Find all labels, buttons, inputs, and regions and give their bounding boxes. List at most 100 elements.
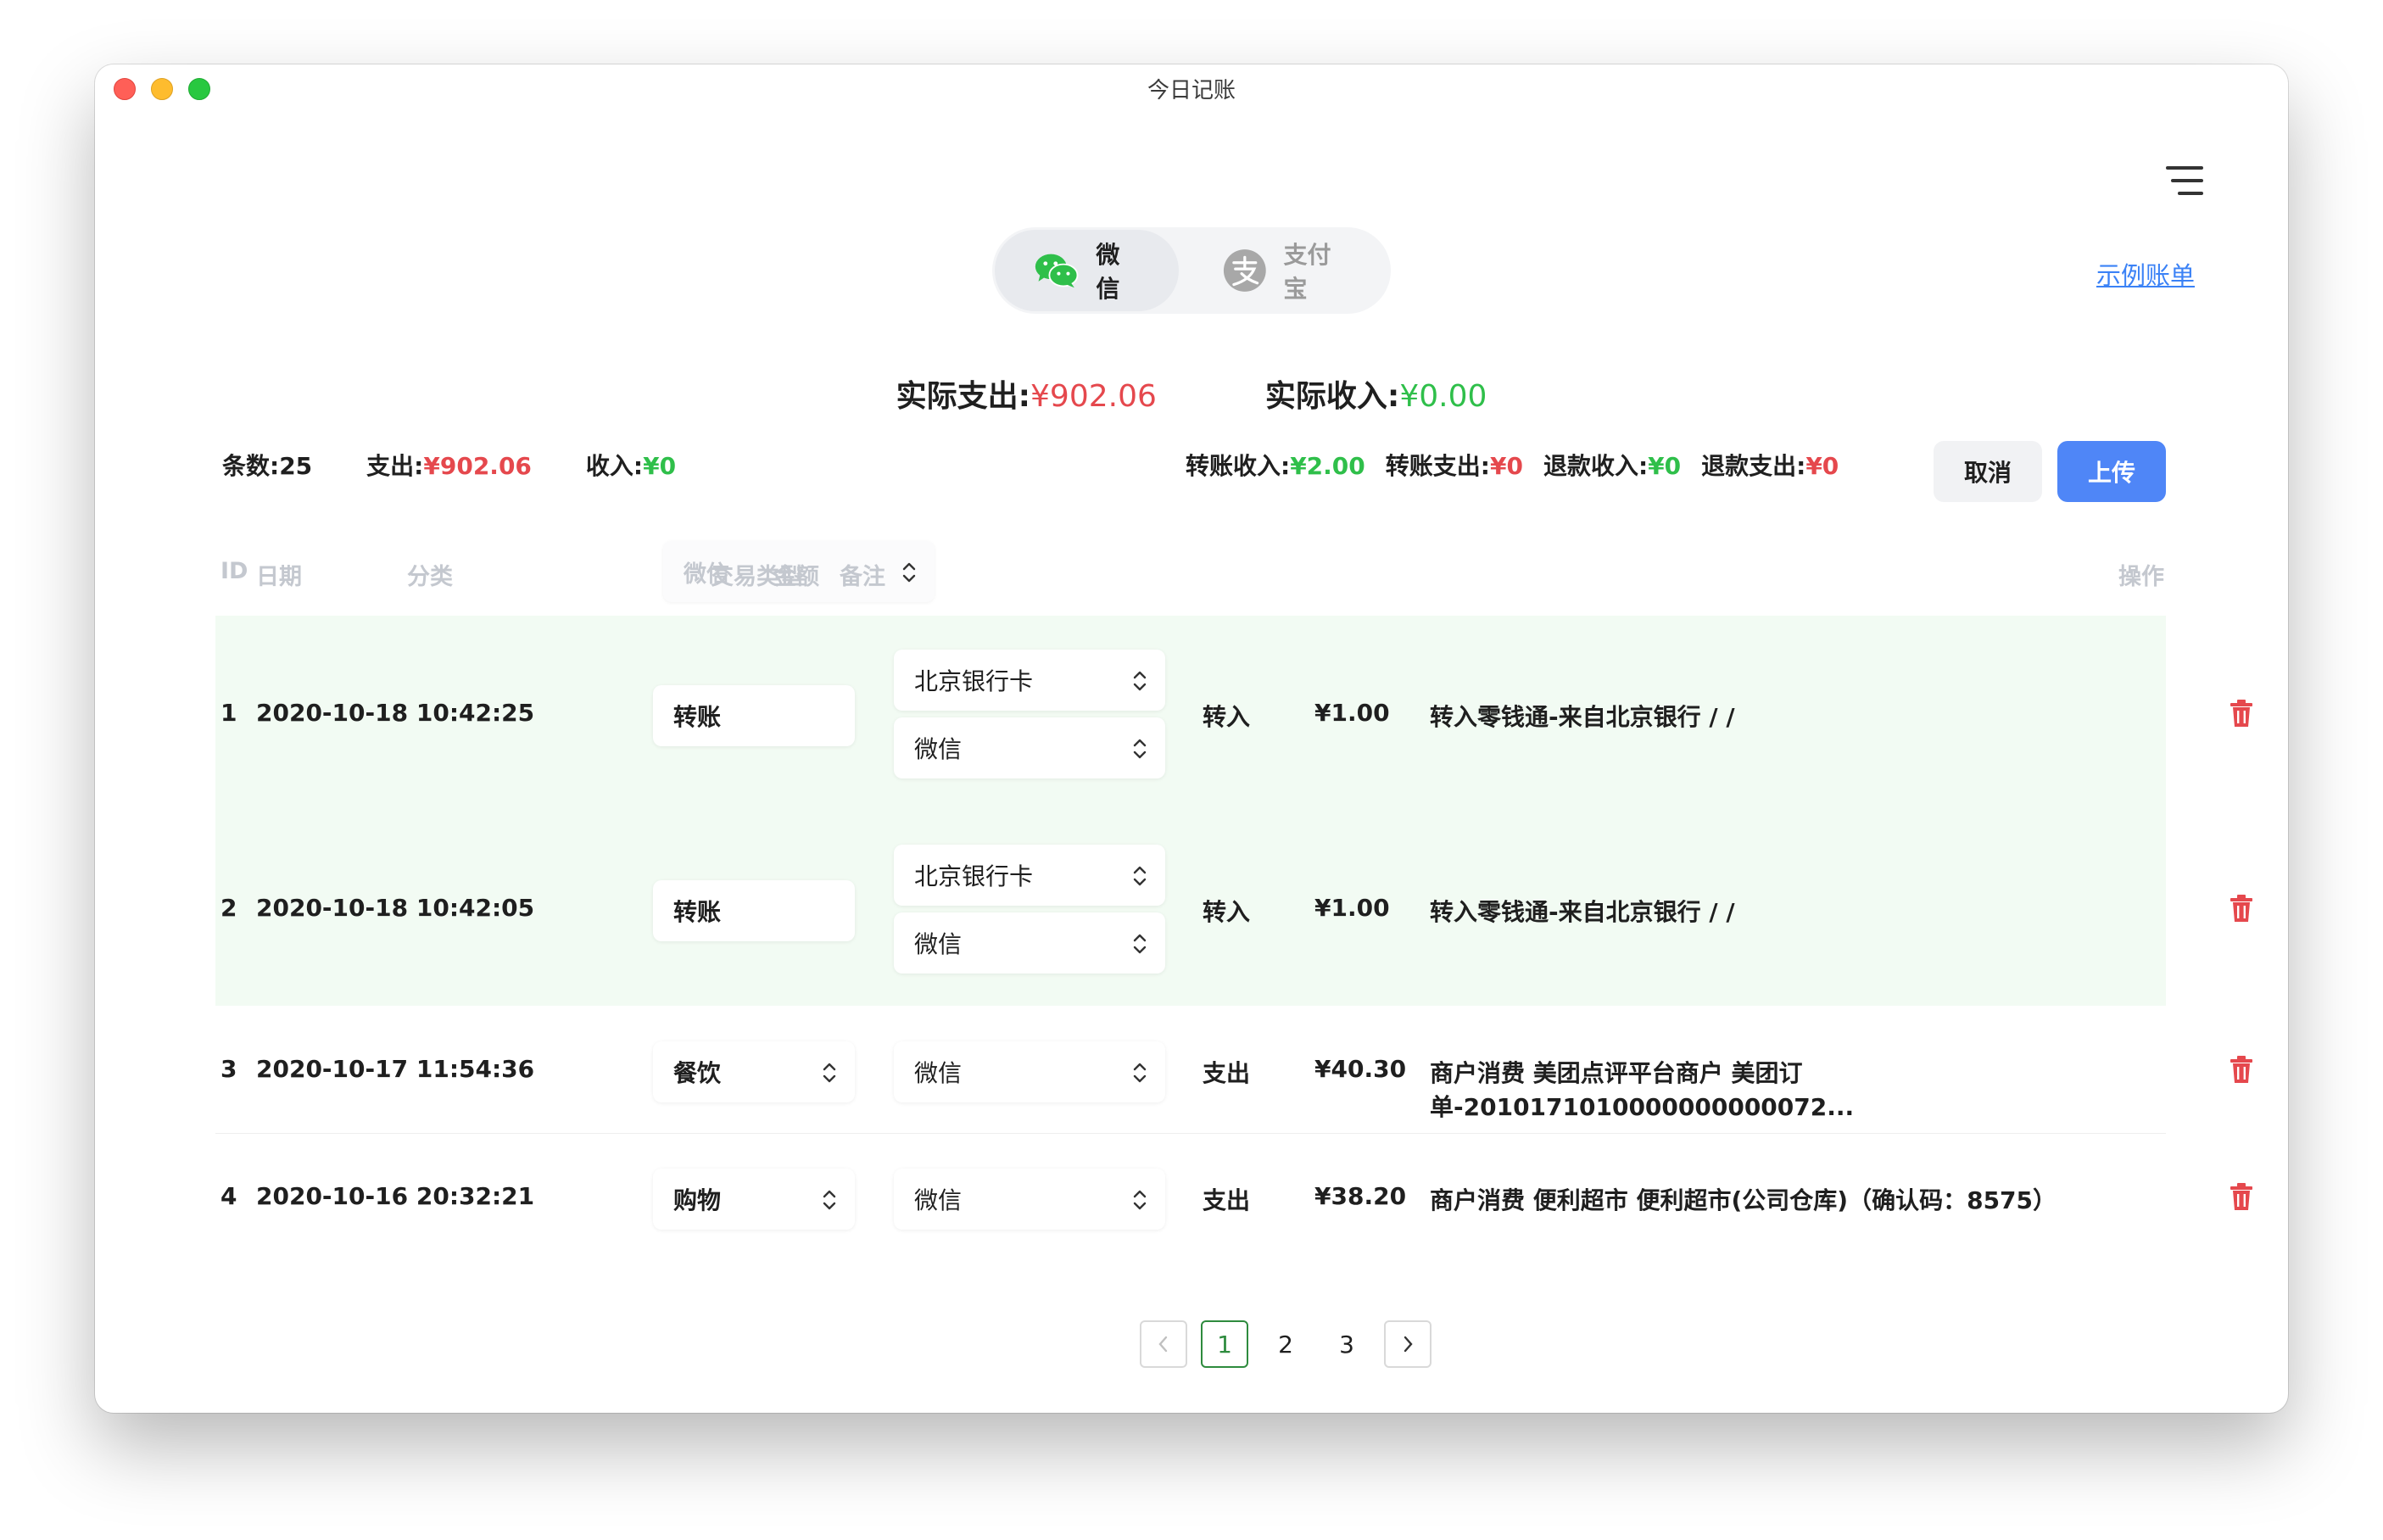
delete-row-button[interactable] <box>2229 699 2254 728</box>
category-input-value: 转账 <box>673 703 722 731</box>
row-note: 转入零钱通-来自北京银行 / / <box>1430 703 1735 731</box>
row-amount: ¥38.20 <box>1314 1182 1407 1210</box>
category-select[interactable]: 购物 <box>653 1169 855 1230</box>
app-window: 今日记账 微信 支付宝 示例账单 实际支出:¥902.06 实际收入:¥0.00… <box>95 64 2288 1413</box>
updown-icon <box>1133 1190 1147 1210</box>
row-note: 商户消费 美团点评平台商户 美团订单-201017101000000000007… <box>1430 1059 1855 1121</box>
tab-wechat-label: 微信 <box>1096 241 1120 303</box>
actual-income-value: ¥0.00 <box>1399 379 1487 414</box>
row-id: 2 <box>220 894 237 922</box>
refund-out-value: ¥0 <box>1805 452 1839 480</box>
page-3-button[interactable]: 3 <box>1323 1320 1370 1368</box>
cancel-button[interactable]: 取消 <box>1934 441 2042 502</box>
row-type: 转入 <box>1203 703 1251 731</box>
menu-icon[interactable] <box>2166 166 2203 197</box>
actual-expense-label: 实际支出: <box>896 379 1031 414</box>
count-stat: 条数:25 <box>222 452 313 480</box>
wechat-icon <box>1035 254 1079 288</box>
zoom-window-button[interactable] <box>188 78 210 100</box>
source-switch: 微信 支付宝 <box>992 227 1391 314</box>
table-row: 4 2020-10-16 20:32:21 购物 微信 支出 ¥38.20 商户… <box>215 1133 2252 1260</box>
actual-summary: 实际支出:¥902.06 实际收入:¥0.00 <box>95 371 2288 416</box>
table-row: 3 2020-10-17 11:54:36 餐饮 微信 支出 ¥40.30 商户… <box>215 1006 2252 1134</box>
delete-row-button[interactable] <box>2229 1182 2254 1211</box>
table-header: ID 日期 分类 微信 交易类型 金额 备注 操作 <box>215 529 2166 621</box>
tab-alipay-label: 支付宝 <box>1283 241 1331 303</box>
updown-icon <box>1133 671 1147 691</box>
row-type: 支出 <box>1203 1186 1251 1214</box>
prev-page-button[interactable] <box>1140 1320 1187 1368</box>
chevron-left-icon <box>1158 1336 1168 1353</box>
account-to-select[interactable]: 微信 <box>894 912 1165 974</box>
income-stat-label: 收入: <box>585 452 644 480</box>
row-type: 支出 <box>1203 1059 1251 1087</box>
expense-stat-label: 支出: <box>366 452 424 480</box>
header-amount: 金额 <box>773 564 819 590</box>
pagination: 1 2 3 <box>1140 1320 1431 1369</box>
header-action: 操作 <box>2118 564 2164 590</box>
next-page-button[interactable] <box>1384 1320 1431 1368</box>
row-id: 3 <box>220 1055 237 1083</box>
actual-expense-value: ¥902.06 <box>1030 379 1157 414</box>
row-date: 2020-10-17 11:54:36 <box>256 1055 535 1083</box>
updown-icon <box>823 1190 836 1210</box>
account-from-value: 北京银行卡 <box>914 862 1034 890</box>
row-note: 商户消费 便利超市 便利超市(公司仓库)（确认码：8575） <box>1430 1186 2057 1214</box>
minimize-window-button[interactable] <box>151 78 173 100</box>
transfer-in-value: ¥2.00 <box>1290 452 1365 480</box>
account-from-select[interactable]: 北京银行卡 <box>894 845 1165 906</box>
category-input[interactable]: 转账 <box>653 880 855 941</box>
account-select[interactable]: 微信 <box>894 1041 1165 1102</box>
transfer-in-label: 转账收入: <box>1186 452 1291 480</box>
row-amount: ¥1.00 <box>1314 699 1390 727</box>
table-row: 2 2020-10-18 10:42:05 转账 北京银行卡 微信 转入 ¥1.… <box>215 811 2252 1006</box>
row-amount: ¥40.30 <box>1314 1055 1407 1083</box>
category-select-value: 购物 <box>673 1186 722 1214</box>
example-bill-link[interactable]: 示例账单 <box>2096 256 2195 292</box>
account-to-select[interactable]: 微信 <box>894 717 1165 778</box>
transfer-out-stat: 转账支出:¥0 <box>1386 448 1523 482</box>
delete-row-button[interactable] <box>2229 1055 2254 1084</box>
tab-wechat[interactable]: 微信 <box>995 230 1179 311</box>
updown-icon <box>1133 934 1147 954</box>
account-select[interactable]: 微信 <box>894 1169 1165 1230</box>
updown-icon <box>1133 1063 1147 1083</box>
row-type: 转入 <box>1203 898 1251 926</box>
upload-button[interactable]: 上传 <box>2057 441 2166 502</box>
category-input-value: 转账 <box>673 898 722 926</box>
title-bar: 今日记账 <box>95 64 2288 112</box>
row-note: 转入零钱通-来自北京银行 / / <box>1430 898 1735 926</box>
header-date: 日期 <box>256 564 302 590</box>
actual-expense: 实际支出:¥902.06 <box>896 371 1157 416</box>
refund-out-stat: 退款支出:¥0 <box>1701 448 1839 482</box>
tab-alipay[interactable]: 支付宝 <box>1184 230 1388 311</box>
account-to-value: 微信 <box>914 735 963 763</box>
window-title: 今日记账 <box>1147 77 1236 103</box>
transfer-out-value: ¥0 <box>1489 452 1523 480</box>
row-id: 1 <box>220 699 237 727</box>
page-2-button[interactable]: 2 <box>1262 1320 1309 1368</box>
row-date: 2020-10-18 10:42:25 <box>256 699 535 727</box>
window-controls <box>114 78 210 100</box>
stats-summary: 条数:25 支出:¥902.06 收入:¥0 <box>222 448 676 482</box>
close-window-button[interactable] <box>114 78 136 100</box>
income-stat-value: ¥0 <box>643 452 677 480</box>
category-input[interactable]: 转账 <box>653 685 855 746</box>
row-date: 2020-10-16 20:32:21 <box>256 1182 535 1210</box>
category-select-value: 餐饮 <box>673 1059 722 1087</box>
row-amount: ¥1.00 <box>1314 894 1390 922</box>
delete-row-button[interactable] <box>2229 894 2254 923</box>
account-from-select[interactable]: 北京银行卡 <box>894 650 1165 711</box>
header-id: ID <box>220 558 248 584</box>
refund-in-stat: 退款收入:¥0 <box>1543 448 1681 482</box>
transfer-in-stat: 转账收入:¥2.00 <box>1186 448 1365 482</box>
actual-income-label: 实际收入: <box>1264 379 1400 414</box>
page-1-button[interactable]: 1 <box>1201 1320 1248 1368</box>
header-category: 分类 <box>407 564 453 590</box>
table-row: 1 2020-10-18 10:42:25 转账 北京银行卡 微信 转入 ¥1.… <box>215 616 2252 811</box>
transfer-out-label: 转账支出: <box>1385 452 1490 480</box>
expense-stat-value: ¥902.06 <box>423 452 532 480</box>
income-stat: 收入:¥0 <box>586 448 676 482</box>
account-to-value: 微信 <box>914 930 963 958</box>
category-select[interactable]: 餐饮 <box>653 1041 855 1102</box>
